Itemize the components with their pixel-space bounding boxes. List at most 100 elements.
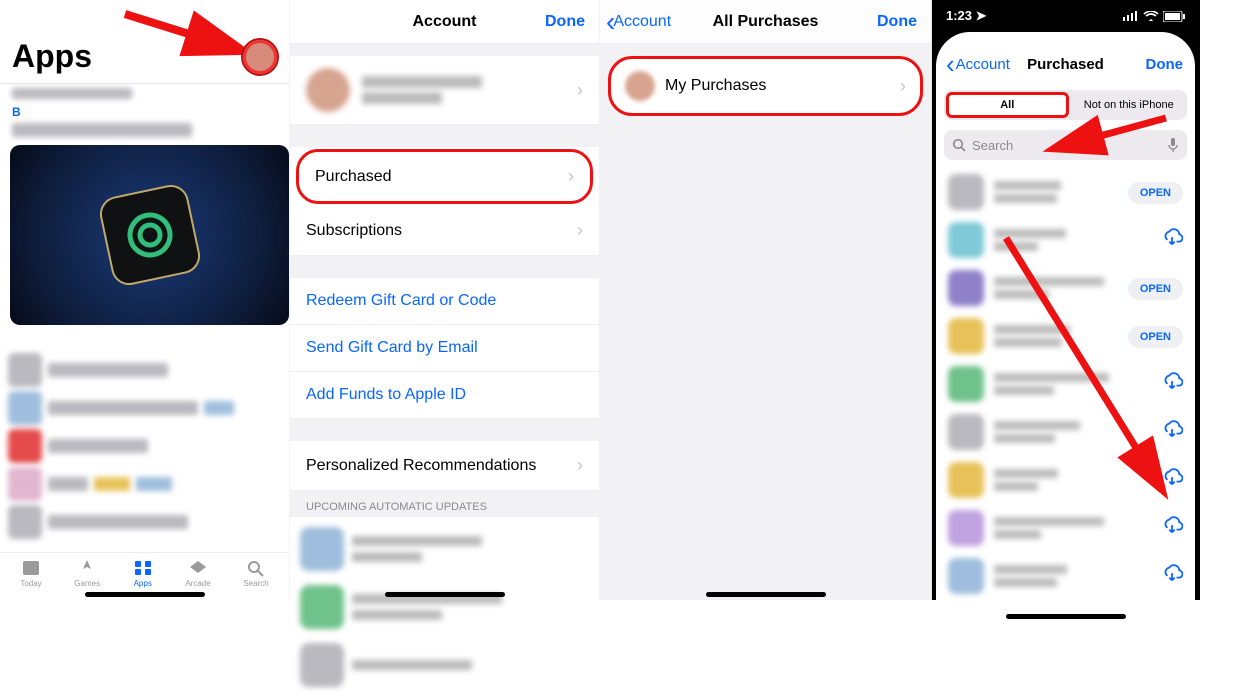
cloud-download-icon[interactable]: [1161, 427, 1183, 444]
purchased-row[interactable]: [936, 408, 1195, 456]
row-label: Subscriptions: [306, 222, 402, 240]
segment-not-on-iphone[interactable]: Not on this iPhone: [1071, 90, 1188, 120]
tab-label: Arcade: [185, 579, 210, 588]
nav-bar: Account All Purchases Done: [600, 0, 931, 44]
tab-label: Search: [243, 579, 268, 588]
highlight-purchased: Purchased ›: [296, 149, 593, 204]
row-label: Redeem Gift Card or Code: [306, 292, 496, 310]
search-field[interactable]: Search: [944, 130, 1187, 160]
search-icon: [952, 138, 966, 152]
done-button[interactable]: Done: [1146, 56, 1184, 73]
purchased-row[interactable]: [936, 552, 1195, 600]
tab-bar: Today Games Apps Arcade Search: [0, 552, 289, 590]
home-indicator[interactable]: [1006, 614, 1126, 619]
purchased-row[interactable]: OPEN: [936, 312, 1195, 360]
back-label: Account: [613, 13, 671, 31]
row-purchased[interactable]: Purchased ›: [299, 152, 590, 201]
done-button[interactable]: Done: [545, 13, 585, 31]
app-text-blurred: [994, 469, 1151, 491]
cloud-download-icon[interactable]: [1161, 475, 1183, 492]
cloud-download-icon[interactable]: [1161, 523, 1183, 540]
tab-today[interactable]: Today: [20, 559, 41, 588]
mic-icon[interactable]: [1167, 137, 1179, 153]
purchased-list: OPEN OPEN OPEN: [936, 164, 1195, 604]
chevron-right-icon: ›: [577, 220, 583, 241]
app-list-blurred: [0, 325, 289, 537]
tab-arcade[interactable]: Arcade: [185, 559, 210, 588]
row-my-purchases[interactable]: My Purchases ›: [608, 56, 923, 116]
tab-games[interactable]: Games: [74, 559, 100, 588]
app-icon: [948, 270, 984, 306]
profile-row[interactable]: ›: [290, 56, 599, 125]
editorial-line: [12, 88, 132, 99]
app-text-blurred: [994, 565, 1151, 587]
open-button[interactable]: OPEN: [1128, 326, 1183, 348]
back-button[interactable]: Account: [946, 56, 1010, 73]
open-button[interactable]: OPEN: [1128, 278, 1183, 300]
status-bar: 1:23 ➤: [932, 0, 1199, 32]
location-icon: ➤: [976, 8, 987, 23]
home-indicator[interactable]: [385, 592, 505, 597]
nav-bar: Account Purchased Done: [936, 42, 1195, 86]
updates-list-blurred: [290, 517, 599, 697]
tab-apps[interactable]: Apps: [133, 559, 153, 588]
cell-signal-icon: [1123, 11, 1139, 21]
cloud-download-icon[interactable]: [1161, 379, 1183, 396]
purchased-row[interactable]: OPEN: [936, 168, 1195, 216]
row-add-funds[interactable]: Add Funds to Apple ID: [290, 372, 599, 419]
nav-title: Account: [413, 13, 477, 31]
purchased-row[interactable]: [936, 456, 1195, 504]
chevron-right-icon: ›: [568, 166, 574, 187]
row-personalized-recommendations[interactable]: Personalized Recommendations ›: [290, 441, 599, 491]
page-title: Apps: [12, 38, 92, 75]
app-icon: [948, 318, 984, 354]
account-avatar-button[interactable]: [243, 40, 277, 74]
tab-label: Games: [74, 579, 100, 588]
segment-label: All: [1000, 99, 1014, 111]
app-icon: [948, 558, 984, 594]
purchased-row[interactable]: [936, 360, 1195, 408]
app-text-blurred: [994, 325, 1118, 347]
wifi-icon: [1143, 11, 1159, 21]
purchased-row[interactable]: OPEN: [936, 264, 1195, 312]
editorial-block: B: [0, 84, 289, 145]
app-icon: [948, 222, 984, 258]
row-label: Purchased: [315, 168, 392, 186]
purchased-row[interactable]: [936, 216, 1195, 264]
back-button[interactable]: Account: [606, 13, 671, 31]
home-indicator[interactable]: [706, 592, 826, 597]
chevron-right-icon: ›: [577, 80, 583, 101]
chevron-right-icon: ›: [577, 455, 583, 476]
today-icon: [21, 559, 41, 577]
row-subscriptions[interactable]: Subscriptions ›: [290, 206, 599, 256]
app-text-blurred: [994, 277, 1118, 299]
row-send-gift-card[interactable]: Send Gift Card by Email: [290, 325, 599, 372]
cloud-download-icon[interactable]: [1161, 571, 1183, 588]
row-label: Add Funds to Apple ID: [306, 386, 466, 404]
app-icon: [948, 510, 984, 546]
tab-label: Apps: [134, 579, 152, 588]
row-label: Send Gift Card by Email: [306, 339, 478, 357]
nav-title: All Purchases: [713, 13, 819, 31]
arcade-icon: [188, 559, 208, 577]
open-button[interactable]: OPEN: [1128, 182, 1183, 204]
cloud-download-icon[interactable]: [1161, 235, 1183, 252]
done-button[interactable]: Done: [877, 13, 917, 31]
tab-label: Today: [20, 579, 41, 588]
app-text-blurred: [994, 517, 1151, 539]
home-indicator[interactable]: [85, 592, 205, 597]
nav-bar: Account Done: [290, 0, 599, 44]
featured-app-icon: [96, 182, 203, 289]
feature-card[interactable]: [10, 145, 289, 325]
app-text-blurred: [994, 373, 1151, 395]
back-label: Account: [956, 56, 1010, 73]
segmented-control: All Not on this iPhone: [936, 86, 1195, 124]
purchased-row[interactable]: [936, 504, 1195, 552]
editorial-tag: B: [12, 105, 21, 119]
tab-search[interactable]: Search: [243, 559, 268, 588]
row-redeem[interactable]: Redeem Gift Card or Code: [290, 278, 599, 325]
app-icon: [948, 366, 984, 402]
phone-account-sheet: Account Done › Purchased › Subscriptions…: [290, 0, 600, 600]
app-text-blurred: [994, 181, 1118, 203]
segment-all[interactable]: All: [946, 92, 1069, 118]
